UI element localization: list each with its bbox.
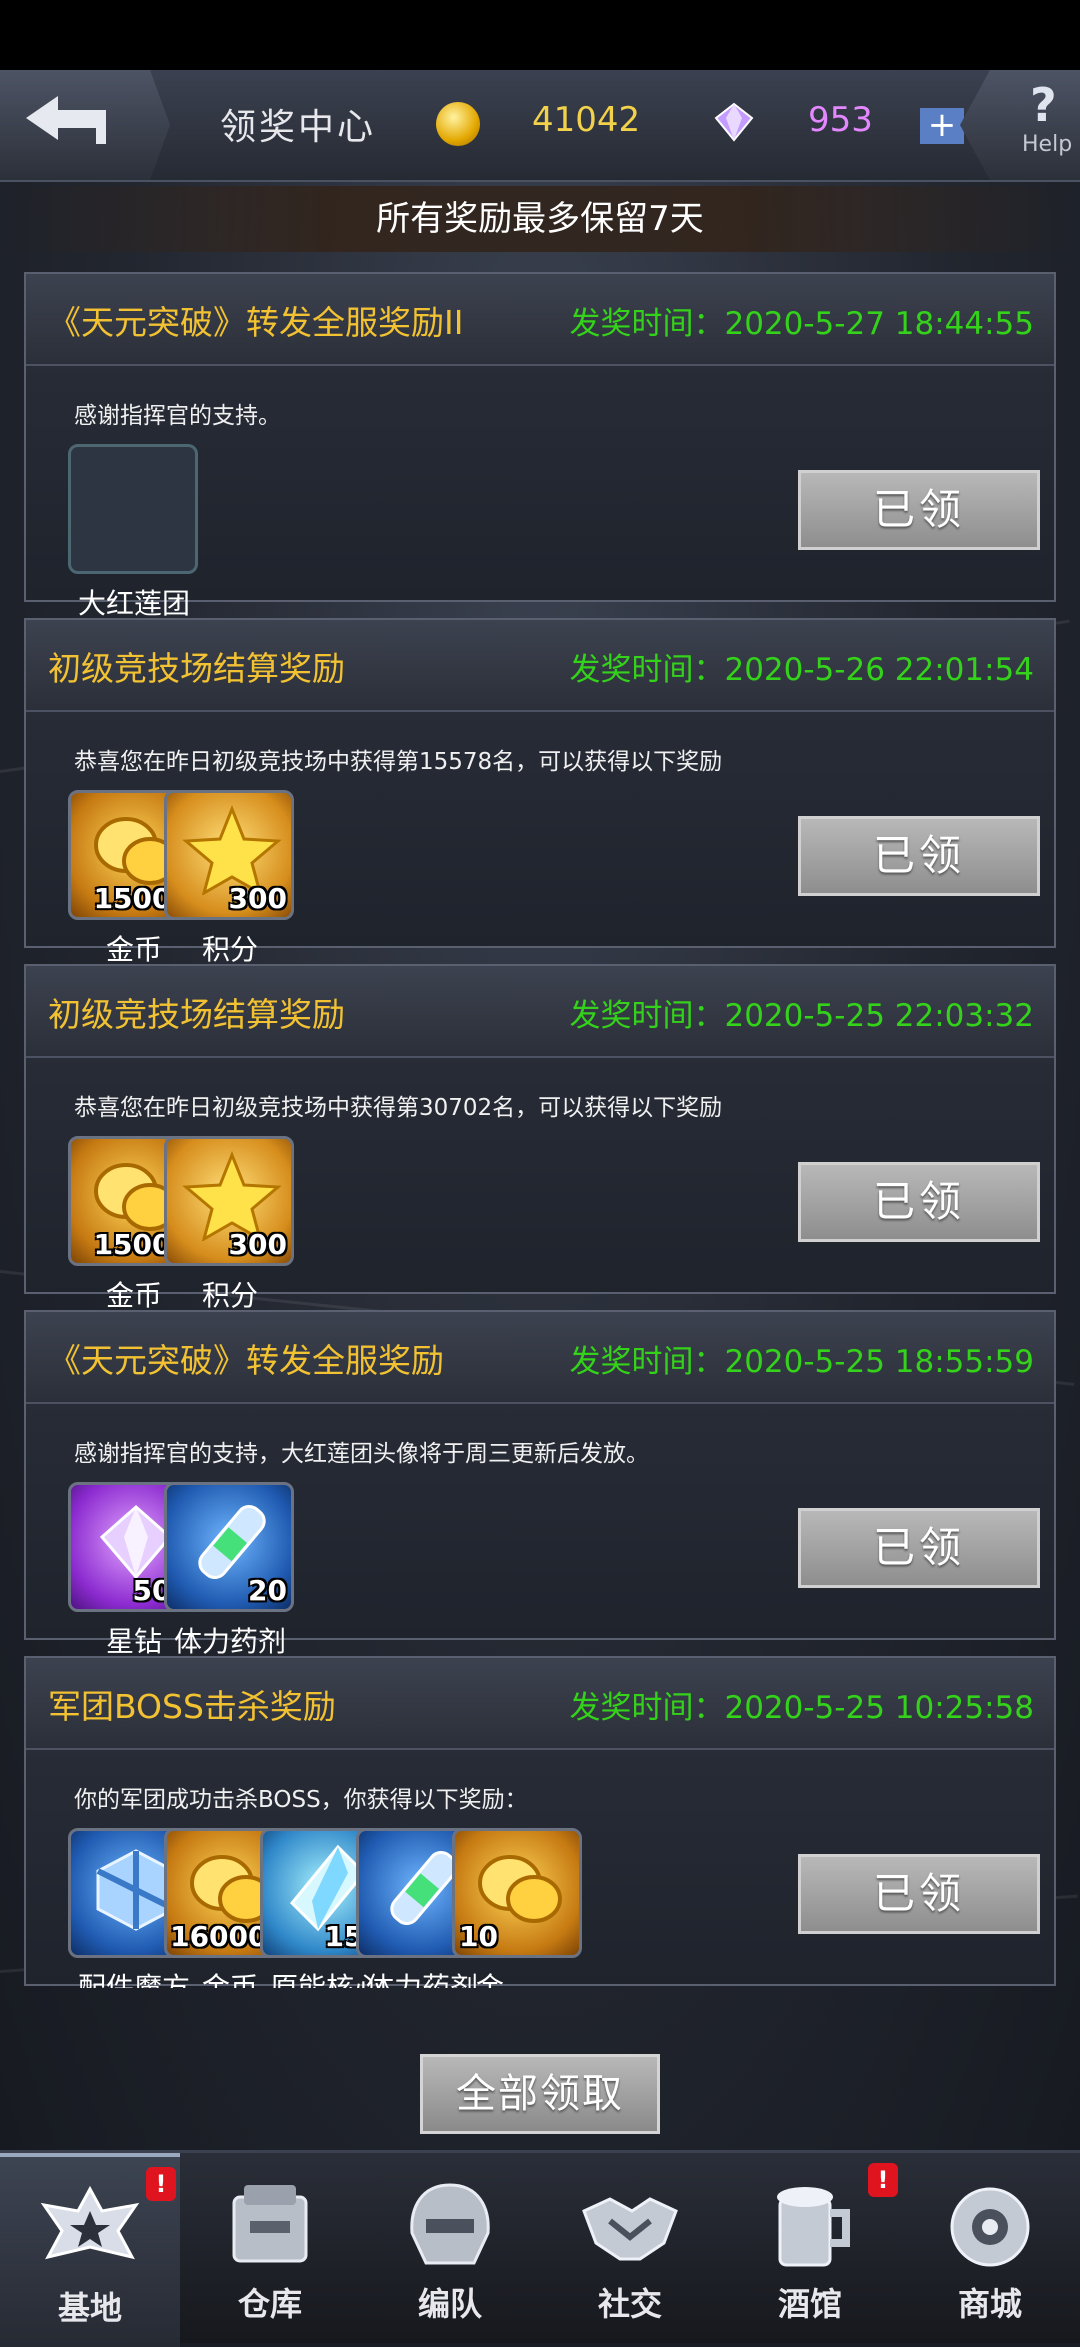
gold-amount: 41042 bbox=[532, 100, 641, 140]
item-name: 积分 bbox=[201, 933, 258, 966]
claimed-button[interactable]: 已领 bbox=[798, 1854, 1040, 1934]
item-name: 积分 bbox=[201, 1279, 258, 1312]
gold-coin-icon bbox=[436, 102, 480, 146]
nav-label: 酒馆 bbox=[777, 2285, 842, 2323]
nav-item-warehouse[interactable]: 仓库 bbox=[180, 2153, 360, 2343]
helmet-icon bbox=[410, 2183, 490, 2265]
reward-time: 发奖时间：2020-5-26 22:01:54 bbox=[569, 652, 1034, 688]
reward-description: 感谢指挥官的支持，大红莲团头像将于周三更新后发放。 bbox=[74, 1441, 649, 1467]
tavern-icon bbox=[777, 2187, 850, 2267]
card-header: 初级竞技场结算奖励 发奖时间：2020-5-26 22:01:54 bbox=[26, 620, 1054, 712]
nav-item-social[interactable]: 社交 bbox=[540, 2153, 720, 2343]
status-bar bbox=[0, 0, 1080, 70]
reward-description: 感谢指挥官的支持。 bbox=[74, 403, 281, 429]
reward-title: 初级竞技场结算奖励 bbox=[48, 995, 345, 1034]
item-strip[interactable]: 1 配件魔方 160000 金币 150 原能核心 1 体力药剂 bbox=[68, 1658, 733, 1988]
handshake-icon bbox=[582, 2197, 678, 2261]
nav-item-tavern[interactable]: 酒馆 ! bbox=[720, 2153, 900, 2343]
claimed-button[interactable]: 已领 bbox=[798, 1162, 1040, 1242]
help-icon: ? bbox=[1030, 78, 1057, 132]
reward-card: 初级竞技场结算奖励 发奖时间：2020-5-26 22:01:54 恭喜您在昨日… bbox=[24, 618, 1056, 966]
nav-label: 仓库 bbox=[237, 2285, 302, 2323]
reward-item[interactable]: 300 积分 bbox=[164, 1136, 296, 1314]
reward-item[interactable]: 10 金 bbox=[452, 1828, 584, 1988]
claim-all-button[interactable]: 全部领取 bbox=[420, 2054, 660, 2134]
nav-label: 基地 bbox=[57, 2289, 122, 2327]
nav-label: 社交 bbox=[597, 2285, 662, 2323]
item-count: 300 bbox=[228, 882, 287, 915]
reward-title: 初级竞技场结算奖励 bbox=[48, 649, 345, 688]
alert-badge: ! bbox=[146, 2167, 176, 2201]
nav-item-shop[interactable]: 商城 bbox=[900, 2153, 1080, 2343]
back-button[interactable] bbox=[0, 70, 170, 180]
card-header: 《天元突破》转发全服奖励II 发奖时间：2020-5-27 18:44:55 bbox=[26, 274, 1054, 366]
card-header: 初级竞技场结算奖励 发奖时间：2020-5-25 22:03:32 bbox=[26, 966, 1054, 1058]
empty-frame-icon bbox=[68, 444, 198, 574]
reward-card: 《天元突破》转发全服奖励II 发奖时间：2020-5-27 18:44:55 感… bbox=[24, 272, 1056, 620]
reward-description: 恭喜您在昨日初级竞技场中获得第30702名，可以获得以下奖励 bbox=[74, 1095, 723, 1121]
reward-time: 发奖时间：2020-5-25 18:55:59 bbox=[569, 1344, 1034, 1380]
help-label: Help bbox=[1022, 132, 1073, 157]
reward-time: 发奖时间：2020-5-25 22:03:32 bbox=[569, 998, 1034, 1034]
retention-notice: 所有奖励最多保留7天 bbox=[0, 186, 1080, 252]
back-arrow-icon bbox=[26, 96, 106, 144]
item-count: 10 bbox=[459, 1920, 498, 1953]
bottom-nav: 基地 ! 仓库 编队 社交 酒馆 ! 商城 bbox=[0, 2150, 1080, 2347]
page-title: 领奖中心 bbox=[220, 107, 377, 148]
star-icon: 300 bbox=[164, 1136, 294, 1266]
nav-label: 商城 bbox=[957, 2285, 1022, 2323]
reward-description: 恭喜您在昨日初级竞技场中获得第15578名，可以获得以下奖励 bbox=[74, 749, 723, 775]
nav-item-formation[interactable]: 编队 bbox=[360, 2153, 540, 2343]
claimed-button[interactable]: 已领 bbox=[798, 1508, 1040, 1588]
item-name: 金 bbox=[476, 1971, 505, 1988]
add-diamonds-button[interactable]: + bbox=[920, 108, 964, 144]
reward-time: 发奖时间：2020-5-27 18:44:55 bbox=[569, 306, 1034, 342]
item-count: 300 bbox=[228, 1228, 287, 1261]
reward-card: 初级竞技场结算奖励 发奖时间：2020-5-25 22:03:32 恭喜您在昨日… bbox=[24, 964, 1056, 1312]
top-bar: 领奖中心 41042 953 + ? Help bbox=[0, 70, 1080, 182]
base-emblem-icon bbox=[40, 2185, 140, 2260]
claimed-button[interactable]: 已领 bbox=[798, 470, 1040, 550]
alert-badge: ! bbox=[868, 2163, 898, 2197]
item-name: 体力药剂 bbox=[173, 1625, 286, 1658]
diamond-amount: 953 bbox=[808, 100, 873, 140]
item-count: 20 bbox=[248, 1574, 287, 1607]
reward-item[interactable]: 300 积分 bbox=[164, 790, 296, 968]
potion-icon: 20 bbox=[164, 1482, 294, 1612]
reward-title: 《天元突破》转发全服奖励 bbox=[48, 1341, 444, 1380]
diamond-icon bbox=[714, 102, 754, 142]
gold-coin-icon: 10 bbox=[452, 1828, 582, 1958]
nav-item-base[interactable]: 基地 ! bbox=[0, 2153, 180, 2347]
reward-item[interactable]: 20 体力药剂 bbox=[164, 1482, 296, 1660]
help-button[interactable] bbox=[960, 70, 1080, 180]
claimed-button[interactable]: 已领 bbox=[798, 816, 1040, 896]
warehouse-icon bbox=[232, 2185, 308, 2263]
reward-title: 《天元突破》转发全服奖励II bbox=[48, 303, 464, 342]
nav-label: 编队 bbox=[417, 2285, 482, 2323]
card-header: 《天元突破》转发全服奖励 发奖时间：2020-5-25 18:55:59 bbox=[26, 1312, 1054, 1404]
reward-card: 《天元突破》转发全服奖励 发奖时间：2020-5-25 18:55:59 感谢指… bbox=[24, 1310, 1056, 1658]
shop-icon bbox=[950, 2187, 1030, 2267]
reward-card: 军团BOSS击杀奖励 发奖时间：2020-5-25 10:25:58 你的军团成… bbox=[24, 1656, 1056, 1988]
reward-item[interactable]: 大红莲团 bbox=[68, 444, 200, 622]
item-name: 大红莲团 bbox=[77, 587, 190, 620]
star-icon: 300 bbox=[164, 790, 294, 920]
